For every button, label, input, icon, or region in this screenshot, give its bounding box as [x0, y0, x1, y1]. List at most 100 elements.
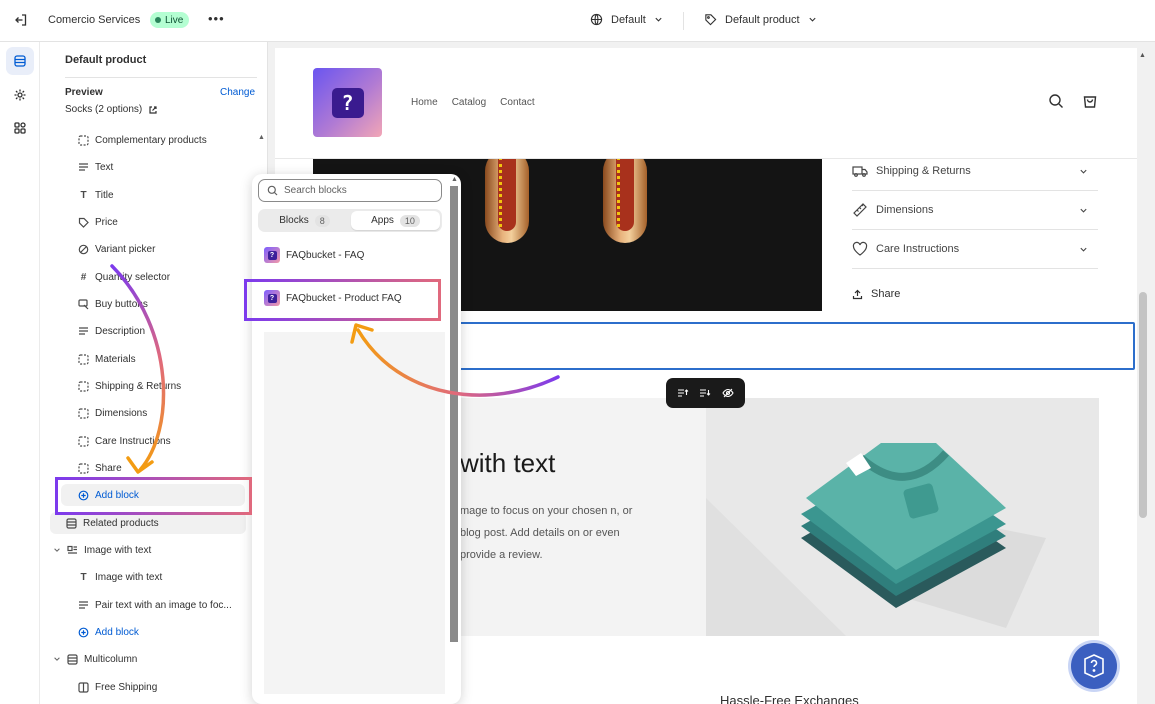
scroll-up-icon[interactable]: ▲	[258, 134, 265, 141]
block-label: Materials	[95, 353, 136, 365]
sections-nav-button[interactable]	[6, 47, 34, 75]
hotdog-graphic	[603, 159, 647, 243]
template-selector[interactable]: Default product	[704, 13, 817, 26]
section-icon	[66, 517, 77, 529]
nav-home[interactable]: Home	[411, 97, 438, 108]
popover-scrollbar[interactable]	[450, 186, 458, 642]
block-image-with-text-heading[interactable]: T Image with text	[78, 566, 162, 588]
block-label: Text	[95, 161, 114, 173]
add-block-button-2[interactable]: Add block	[78, 621, 139, 643]
change-preview-link[interactable]: Change	[220, 87, 255, 98]
plus-circle-icon	[78, 627, 89, 638]
section-image-with-text[interactable]: Image with text	[53, 539, 151, 561]
search-icon[interactable]	[1048, 93, 1064, 109]
section-label: Image with text	[84, 544, 152, 556]
app-block-faqbucket-faq[interactable]: ? FAQbucket - FAQ	[258, 242, 442, 268]
accordion-dimensions[interactable]: Dimensions	[852, 191, 1098, 230]
block-pair-text[interactable]: Pair text with an image to foc...	[78, 594, 232, 616]
block-type-tabs: Blocks 8 Apps 10	[258, 209, 442, 232]
store-logo[interactable]: ?	[313, 68, 382, 137]
block-price[interactable]: Price	[78, 211, 118, 233]
preview-scrollbar[interactable]: ▲	[1137, 48, 1149, 704]
tab-count: 10	[399, 214, 420, 227]
block-label: Dimensions	[95, 407, 148, 419]
block-dimensions[interactable]: Dimensions	[78, 402, 147, 424]
scrollbar-thumb[interactable]	[1139, 292, 1147, 518]
block-text[interactable]: Text	[78, 156, 113, 178]
scroll-up-icon[interactable]: ▲	[1139, 52, 1146, 59]
cursor-icon	[78, 298, 89, 310]
template-selector-label: Default product	[725, 13, 800, 26]
block-quantity-selector[interactable]: # Quantity selector	[78, 266, 170, 288]
block-title[interactable]: T Title	[78, 184, 113, 206]
variant-icon	[78, 244, 89, 255]
scroll-up-icon[interactable]: ▲	[451, 176, 458, 183]
hide-eye-icon[interactable]	[722, 387, 734, 399]
help-button[interactable]	[1071, 643, 1117, 689]
block-label: Variant picker	[95, 243, 156, 255]
block-buy-buttons[interactable]: Buy buttons	[78, 293, 148, 315]
store-name[interactable]: Comercio Services	[48, 14, 140, 26]
preview-product-label: Socks (2 options)	[65, 104, 143, 115]
preview-product[interactable]: Socks (2 options)	[65, 104, 158, 115]
tab-apps[interactable]: Apps 10	[351, 211, 440, 230]
logo-glyph: ?	[331, 87, 364, 118]
chevron-down-icon[interactable]	[53, 655, 61, 663]
section-multicolumn[interactable]: Multicolumn	[53, 648, 137, 670]
folded-shirt-illustration	[706, 443, 1046, 636]
block-complementary-products[interactable]: Complementary products	[78, 129, 207, 151]
block-label: Buy buttons	[95, 298, 148, 310]
block-share[interactable]: Share	[78, 457, 122, 479]
block-variant-picker[interactable]: Variant picker	[78, 238, 155, 260]
block-label: Price	[95, 216, 118, 228]
block-label: Pair text with an image to foc...	[95, 599, 232, 611]
accordion-label: Care Instructions	[876, 243, 960, 255]
move-down-icon[interactable]	[699, 387, 711, 399]
block-description[interactable]: Description	[78, 320, 145, 342]
block-care-instructions[interactable]: Care Instructions	[78, 430, 171, 452]
accordion-shipping-returns[interactable]: Shipping & Returns	[852, 152, 1098, 191]
live-label: Live	[165, 14, 184, 26]
more-actions-button[interactable]: •••	[208, 11, 225, 26]
heart-icon	[852, 241, 868, 256]
move-up-icon[interactable]	[677, 387, 689, 399]
chevron-down-icon[interactable]	[53, 546, 61, 554]
section-icon	[67, 653, 78, 665]
chevron-down-icon	[1080, 208, 1087, 213]
tab-blocks[interactable]: Blocks 8	[260, 211, 349, 230]
block-label: Complementary products	[95, 134, 207, 146]
accordion-care-instructions[interactable]: Care Instructions	[852, 230, 1098, 269]
block-free-shipping[interactable]: Free Shipping	[78, 676, 157, 698]
template-title: Default product	[65, 54, 147, 66]
tab-label: Apps	[371, 215, 394, 226]
annotation-highlight-add-block	[55, 477, 252, 515]
title-t-icon: T	[80, 189, 87, 201]
popover-empty-area	[264, 332, 445, 694]
tag-icon	[705, 14, 717, 26]
apps-nav-button[interactable]	[6, 114, 34, 142]
tab-label: Blocks	[279, 215, 309, 226]
theme-selector[interactable]: Default	[590, 13, 663, 26]
text-align-icon	[78, 162, 89, 173]
image-with-text-image	[706, 398, 1099, 636]
accordion-label: Dimensions	[876, 204, 934, 216]
section-related-products[interactable]: Related products	[50, 512, 246, 534]
block-shipping-returns[interactable]: Shipping & Returns	[78, 375, 181, 397]
exit-icon[interactable]	[14, 13, 28, 27]
share-button[interactable]: Share	[852, 288, 900, 300]
accordion-label: Shipping & Returns	[876, 165, 971, 177]
cart-icon[interactable]	[1082, 93, 1098, 109]
dashed-square-icon	[78, 462, 89, 474]
add-block-popover: Search blocks Blocks 8 Apps 10 ? FAQbucket…	[252, 174, 461, 704]
selected-block-outline[interactable]	[458, 322, 1135, 370]
nav-contact[interactable]: Contact	[500, 97, 534, 108]
settings-nav-button[interactable]	[6, 81, 34, 109]
dashed-square-icon	[78, 353, 89, 365]
header-icons	[1048, 93, 1098, 109]
app-block-label: FAQbucket - FAQ	[286, 249, 365, 261]
nav-catalog[interactable]: Catalog	[452, 97, 486, 108]
search-blocks-input[interactable]: Search blocks	[258, 179, 442, 202]
block-materials[interactable]: Materials	[78, 348, 136, 370]
multicolumn-heading: Hassle-Free Exchanges	[720, 693, 859, 704]
title-t-icon: T	[80, 571, 87, 583]
